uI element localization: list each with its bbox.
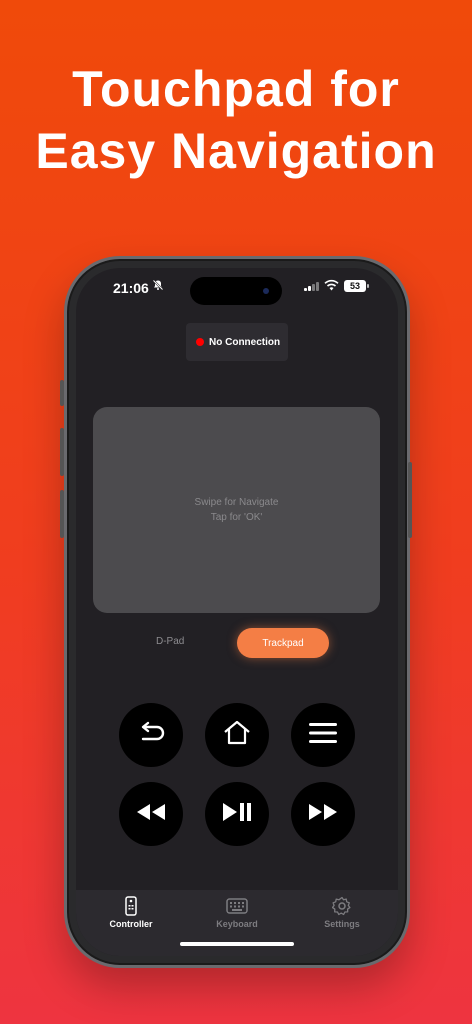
promo-headline: Touchpad for Easy Navigation bbox=[0, 58, 472, 182]
status-time: 21:06 bbox=[113, 280, 149, 296]
phone-power-button bbox=[408, 462, 412, 538]
camera-icon bbox=[263, 288, 269, 294]
menu-button[interactable] bbox=[291, 703, 355, 767]
tab-settings-label: Settings bbox=[324, 919, 360, 929]
home-indicator[interactable] bbox=[180, 942, 294, 946]
tab-keyboard[interactable]: Keyboard bbox=[197, 896, 277, 929]
back-button[interactable] bbox=[119, 703, 183, 767]
app-screen: 21:06 53 No Connection Swipe for Navigat… bbox=[76, 268, 398, 956]
phone-volume-down-button bbox=[60, 490, 64, 538]
fast-forward-icon bbox=[308, 803, 338, 826]
tab-controller[interactable]: Controller bbox=[91, 896, 171, 929]
tab-controller-label: Controller bbox=[109, 919, 153, 929]
bell-slash-icon bbox=[152, 279, 164, 294]
fast-forward-button[interactable] bbox=[291, 782, 355, 846]
trackpad-area[interactable]: Swipe for Navigate Tap for 'OK' bbox=[93, 407, 380, 613]
play-pause-icon bbox=[221, 802, 253, 827]
phone-volume-up-button bbox=[60, 428, 64, 476]
back-icon bbox=[136, 721, 166, 750]
tab-bar: Controller Keyboard Settings bbox=[76, 890, 398, 956]
home-button[interactable] bbox=[205, 703, 269, 767]
promo-headline-line2: Easy Navigation bbox=[35, 123, 437, 179]
signal-icon bbox=[304, 282, 319, 291]
status-bar: 21:06 53 bbox=[76, 268, 398, 308]
battery-icon: 53 bbox=[344, 280, 369, 292]
promo-headline-line1: Touchpad for bbox=[72, 61, 400, 117]
keyboard-icon bbox=[197, 896, 277, 916]
rewind-icon bbox=[136, 803, 166, 826]
remote-icon bbox=[91, 896, 171, 916]
connection-status-label: No Connection bbox=[209, 336, 281, 348]
dynamic-island bbox=[190, 277, 282, 305]
home-icon bbox=[222, 720, 252, 751]
mode-dpad-option[interactable]: D-Pad bbox=[156, 636, 184, 647]
tab-keyboard-label: Keyboard bbox=[216, 919, 258, 929]
phone-action-button bbox=[60, 380, 64, 406]
tab-settings[interactable]: Settings bbox=[302, 896, 382, 929]
connection-status[interactable]: No Connection bbox=[186, 323, 288, 361]
connection-status-dot bbox=[196, 338, 204, 346]
trackpad-hint-tap: Tap for 'OK' bbox=[210, 512, 263, 523]
play-pause-button[interactable] bbox=[205, 782, 269, 846]
rewind-button[interactable] bbox=[119, 782, 183, 846]
gear-icon bbox=[302, 896, 382, 916]
mode-trackpad-option[interactable]: Trackpad bbox=[237, 628, 329, 658]
menu-icon bbox=[308, 721, 338, 750]
trackpad-hint-swipe: Swipe for Navigate bbox=[194, 497, 279, 508]
wifi-icon bbox=[324, 278, 339, 296]
